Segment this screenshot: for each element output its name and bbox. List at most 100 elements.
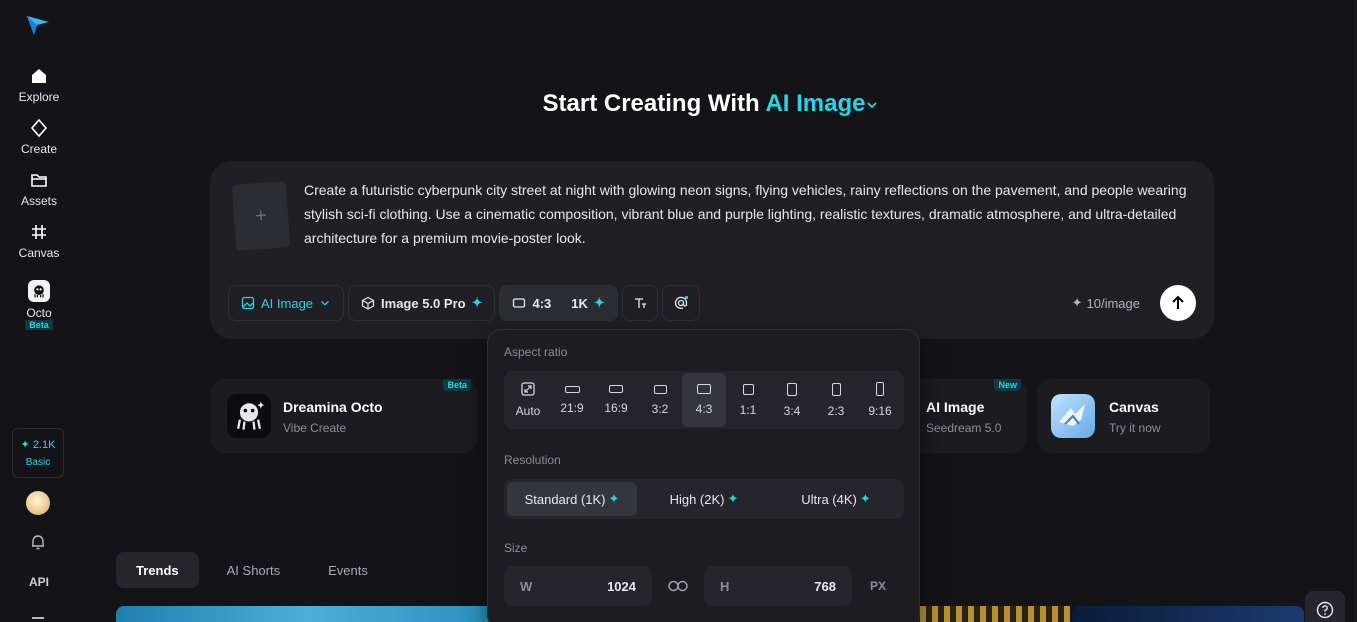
sidebar-item-label: Octo	[26, 306, 52, 320]
prompt-input[interactable]: Create a futuristic cyberpunk city stree…	[304, 178, 1200, 250]
ratio-option-3-4[interactable]: 3:4	[770, 373, 814, 427]
page-title: Start Creating With AI Image	[0, 90, 1357, 118]
card-canvas[interactable]: Canvas Try it now	[1037, 379, 1210, 453]
cube-icon	[361, 296, 375, 310]
sidebar-item-create[interactable]: Create	[0, 118, 78, 156]
generate-button[interactable]	[1160, 285, 1196, 321]
mode-selector[interactable]: AI Image	[765, 90, 879, 117]
ratio-option-3-2[interactable]: 3:2	[638, 373, 682, 427]
octo-card-icon	[227, 394, 271, 438]
ratio-option-21-9[interactable]: 21:9	[550, 373, 594, 427]
model-dropdown[interactable]: Image 5.0 Pro ✦	[348, 285, 496, 321]
sidebar-item-octo[interactable]: Octo Beta	[0, 280, 78, 330]
size-label: Size	[504, 541, 528, 555]
mention-button[interactable]	[661, 285, 700, 321]
trend-thumbnail[interactable]	[920, 606, 1070, 622]
tab-trends[interactable]: Trends	[116, 552, 199, 588]
ratio-shape-icon	[742, 383, 754, 395]
api-link[interactable]: API	[0, 575, 78, 589]
at-mention-icon	[674, 295, 688, 310]
ratio-label: 21:9	[560, 400, 584, 415]
card-subtitle: Try it now	[1109, 421, 1161, 435]
ratio-icon	[513, 298, 526, 308]
link-icon	[668, 580, 688, 592]
ratio-option-1-1[interactable]: 1:1	[726, 373, 770, 427]
width-key: W	[520, 578, 533, 594]
image-icon	[241, 296, 255, 310]
card-dreamina-octo[interactable]: Dreamina Octo Vibe Create Beta	[211, 379, 477, 453]
resolution-option-ultra[interactable]: Ultra (4K) ✦	[771, 482, 901, 516]
text-style-button[interactable]	[621, 285, 658, 321]
unit-label: PX	[870, 579, 887, 593]
tab-ai-shorts[interactable]: AI Shorts	[207, 552, 300, 588]
aspect-ratio-options: Auto 21:9 16:9 3:2 4:3 1:1 3:4 2:3 9:16	[504, 371, 904, 429]
size-inputs: W 1024 H 768 PX	[504, 566, 904, 606]
sparkle-icon: ✦	[859, 491, 871, 506]
sparkle-icon: ✦	[593, 295, 605, 310]
avatar[interactable]	[26, 491, 50, 515]
text-format-icon	[634, 298, 646, 308]
ratio-shape-icon	[564, 385, 580, 393]
octo-icon	[28, 280, 50, 302]
ratio-option-4-3[interactable]: 4:3	[682, 373, 726, 427]
height-value: 768	[814, 578, 836, 594]
credits-box[interactable]: ✦ 2.1K Basic	[12, 428, 64, 478]
trend-thumbnail[interactable]	[1072, 606, 1304, 622]
card-title: Dreamina Octo	[283, 399, 383, 415]
trend-thumbnail[interactable]	[116, 606, 496, 622]
new-badge: New	[994, 379, 1021, 391]
sparkle-icon: ✦	[1071, 295, 1083, 310]
resolution-option-standard[interactable]: Standard (1K) ✦	[507, 482, 637, 516]
width-field[interactable]: W 1024	[504, 566, 652, 606]
ratio-label: 1:1	[739, 402, 757, 417]
ratio-settings-panel: Aspect ratio Auto 21:9 16:9 3:2 4:3 1:1 …	[487, 329, 920, 622]
card-title: Canvas	[1109, 399, 1159, 415]
ratio-label: 3:4	[783, 403, 801, 418]
ratio-shape-icon	[697, 384, 711, 394]
logo-icon[interactable]	[25, 12, 51, 38]
plus-icon: +	[254, 204, 268, 227]
scrollbar[interactable]	[1353, 0, 1357, 622]
mode-dropdown[interactable]: AI Image	[228, 285, 345, 321]
ratio-value: 4:3	[532, 295, 552, 311]
prompt-toolbar: AI Image Image 5.0 Pro ✦ 4:3 1K ✦	[228, 285, 700, 321]
ratio-label: 2:3	[827, 403, 845, 418]
ratio-shape-icon	[831, 382, 841, 396]
resolution-option-label: High (2K)	[669, 491, 725, 507]
menu-icon[interactable]	[32, 617, 44, 619]
card-title: AI Image	[926, 399, 985, 415]
tab-bar: Trends AI Shorts Events	[116, 552, 388, 588]
ratio-option-auto[interactable]: Auto	[506, 373, 550, 427]
beta-badge: Beta	[25, 320, 53, 330]
ratio-resolution-button[interactable]: 4:3 1K ✦	[499, 285, 618, 321]
card-subtitle: Seedream 5.0	[926, 421, 1002, 435]
link-ratio-toggle[interactable]	[652, 580, 704, 592]
add-reference-button[interactable]: +	[231, 181, 291, 251]
ratio-shape-icon	[787, 382, 797, 396]
sidebar-item-canvas[interactable]: Canvas	[0, 222, 78, 260]
resolution-options: Standard (1K) ✦ High (2K) ✦ Ultra (4K) ✦	[504, 479, 904, 519]
cost-indicator: ✦ 10/image	[1072, 295, 1140, 311]
chevron-down-icon	[867, 102, 878, 108]
tab-events[interactable]: Events	[308, 552, 388, 588]
ratio-option-9-16[interactable]: 9:16	[858, 373, 902, 427]
model-label: Image 5.0 Pro	[381, 295, 466, 311]
sidebar-item-assets[interactable]: Assets	[0, 170, 78, 208]
ratio-shape-icon	[876, 382, 884, 396]
ratio-label: 16:9	[604, 401, 628, 415]
question-icon	[1316, 601, 1334, 619]
sidebar-item-label: Canvas	[18, 246, 60, 260]
ratio-label: 3:2	[651, 401, 669, 416]
ratio-option-16-9[interactable]: 16:9	[594, 373, 638, 427]
card-subtitle: Vibe Create	[283, 421, 347, 435]
beta-badge: Beta	[443, 379, 471, 391]
bell-icon[interactable]	[29, 533, 47, 551]
folder-icon	[31, 174, 47, 187]
sidebar-item-label: Assets	[20, 194, 57, 208]
help-button[interactable]	[1305, 591, 1345, 622]
ratio-shape-icon	[609, 385, 623, 393]
height-field[interactable]: H 768	[704, 566, 852, 606]
ratio-option-2-3[interactable]: 2:3	[814, 373, 858, 427]
height-key: H	[720, 578, 730, 594]
resolution-option-high[interactable]: High (2K) ✦	[639, 482, 769, 516]
